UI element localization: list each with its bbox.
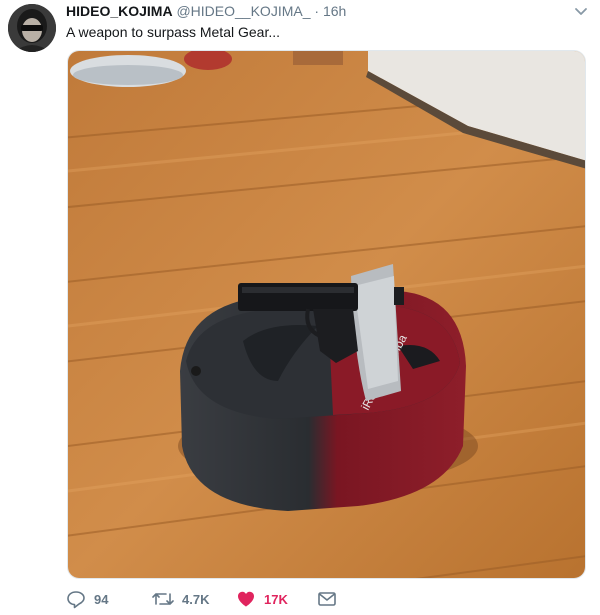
reply-button[interactable]: 94 <box>66 588 108 610</box>
author-name[interactable]: HIDEO_KOJIMA <box>66 3 173 19</box>
author-handle[interactable]: @HIDEO__KOJIMA_ <box>176 3 310 19</box>
retweet-icon <box>152 589 174 609</box>
retweet-button[interactable]: 4.7K <box>152 588 209 610</box>
direct-message-icon <box>317 589 337 609</box>
direct-message-button[interactable] <box>317 588 337 610</box>
avatar-image <box>8 4 56 52</box>
caret-down-icon[interactable] <box>574 4 588 18</box>
photo-image: iRobot Roomba <box>68 51 585 578</box>
tweet-text: A weapon to surpass Metal Gear... <box>66 24 281 40</box>
tweet-timestamp[interactable]: 16h <box>323 3 346 19</box>
tweet-header: HIDEO_KOJIMA @HIDEO__KOJIMA_ · 16h <box>66 2 590 22</box>
separator-dot: · <box>314 3 320 19</box>
retweet-count: 4.7K <box>182 591 210 607</box>
reply-count: 94 <box>94 591 109 607</box>
heart-icon <box>236 589 256 609</box>
like-button[interactable]: 17K <box>236 588 288 610</box>
avatar[interactable] <box>8 4 56 52</box>
tweet-photo[interactable]: iRobot Roomba <box>67 50 586 579</box>
reply-icon <box>66 589 86 609</box>
tweet-actions: 94 4.7K 17K <box>66 588 366 610</box>
like-count: 17K <box>264 591 288 607</box>
